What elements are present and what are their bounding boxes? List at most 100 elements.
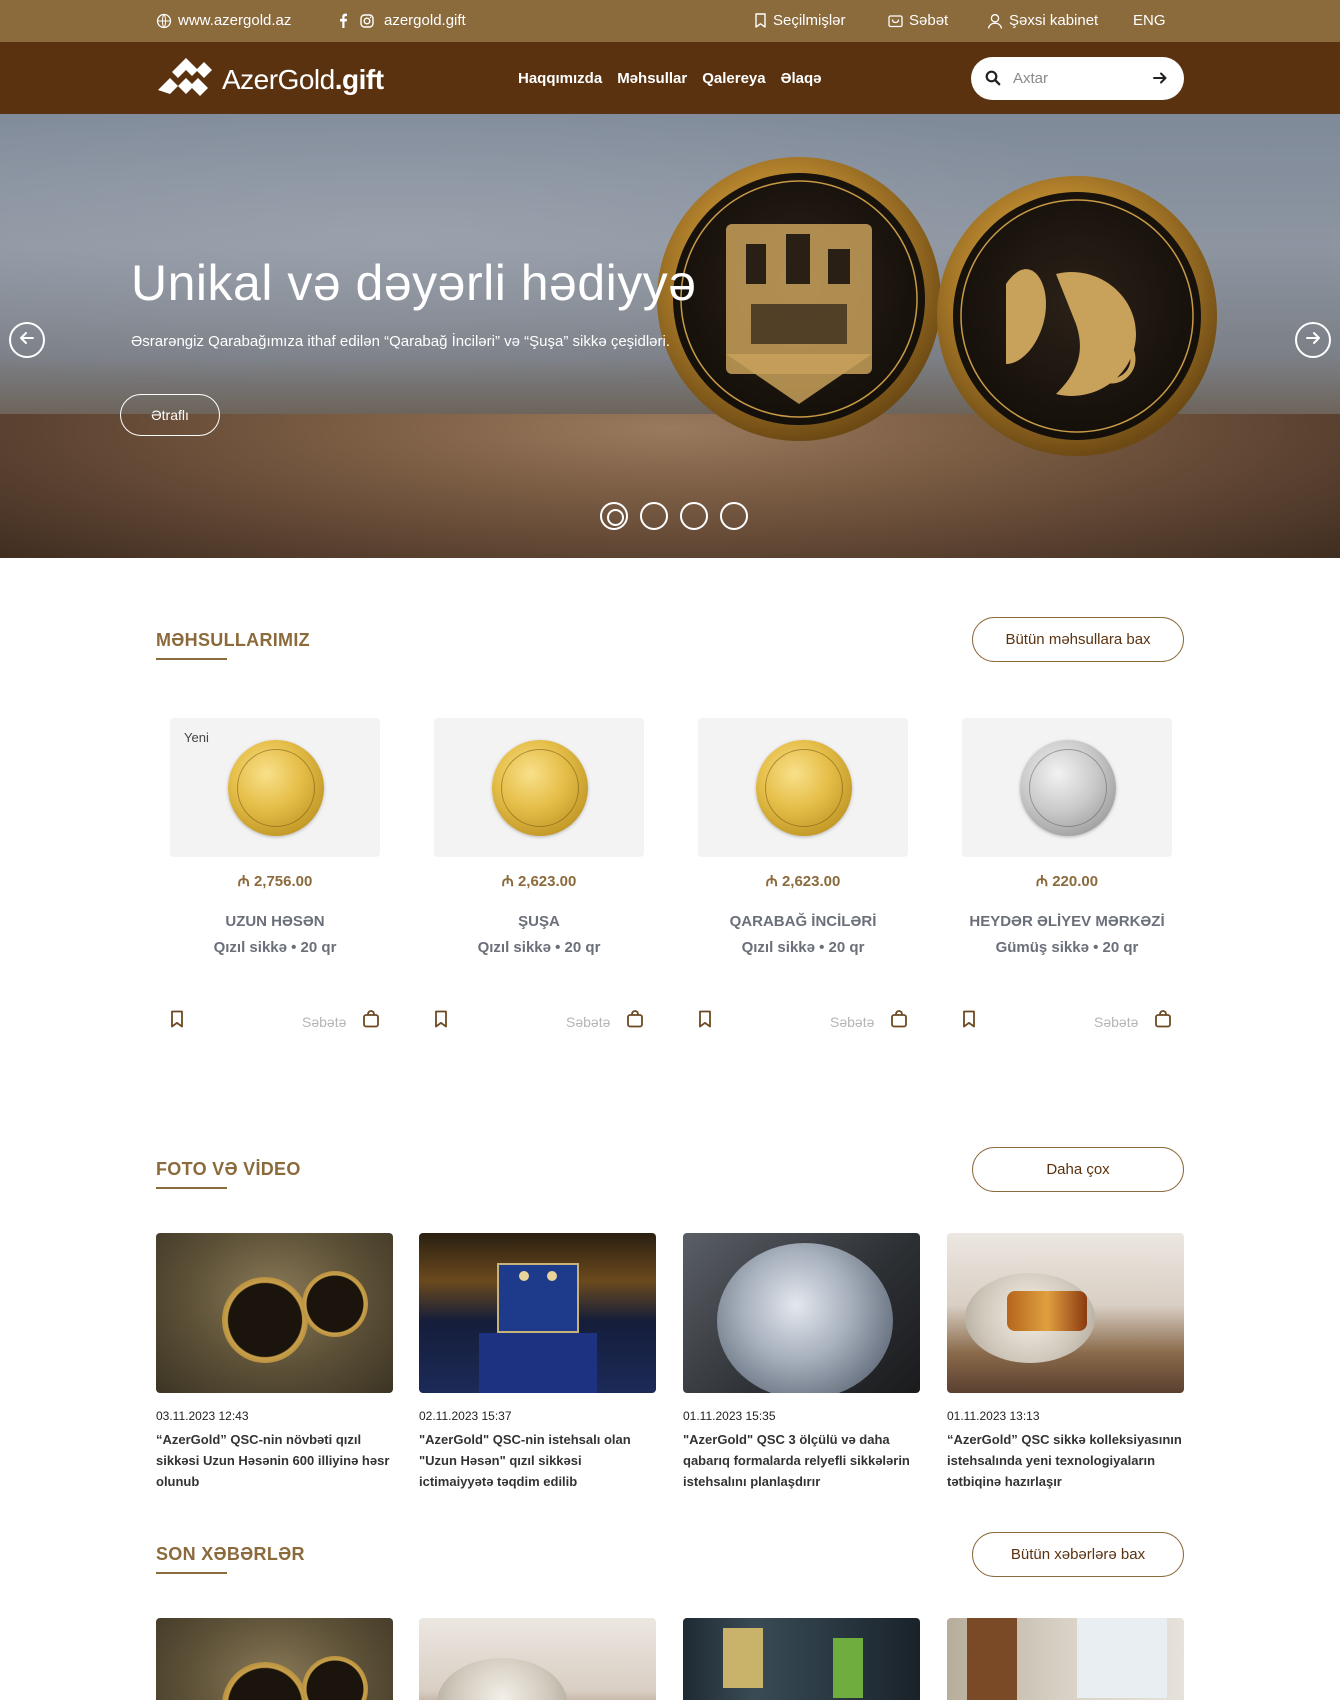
search-icon	[985, 70, 1001, 91]
news-thumbnail[interactable]	[156, 1618, 393, 1700]
hero-next-button[interactable]	[1295, 322, 1331, 358]
media-title[interactable]: “AzerGold” QSC-nin növbəti qızıl sikkəsi…	[156, 1429, 393, 1492]
website-link[interactable]: www.azergold.az	[156, 12, 291, 29]
media-title[interactable]: "AzerGold" QSC-nin istehsalı olan "Uzun …	[419, 1429, 656, 1492]
media-thumbnail[interactable]	[156, 1233, 393, 1393]
shopping-bag-icon[interactable]	[1154, 1010, 1172, 1033]
hero-slider: Unikal və dəyərli hədiyyə Əsrarəngiz Qar…	[0, 114, 1340, 558]
logo-text: AzerGold.gift	[222, 64, 384, 96]
shopping-bag-icon[interactable]	[362, 1010, 380, 1033]
main-navbar: AzerGold.gift Haqqımızda Məhsullar Qaler…	[0, 42, 1340, 114]
cart-link[interactable]: Səbət	[888, 12, 948, 29]
product-card[interactable]: ₼ 220.00 HEYDƏR ƏLİYEV MƏRKƏZİ Gümüş sik…	[962, 718, 1172, 1030]
social-handle-label[interactable]: azergold.gift	[384, 12, 466, 29]
bookmark-icon[interactable]	[434, 1010, 448, 1033]
cart-icon	[888, 14, 903, 28]
product-desc: Qızıl sikkə • 20 qr	[741, 939, 865, 956]
hero-prev-button[interactable]	[9, 322, 45, 358]
news-thumbnail[interactable]	[683, 1618, 920, 1700]
hero-pagination	[600, 502, 748, 530]
account-link[interactable]: Şəxsi kabinet	[987, 12, 1098, 29]
add-to-cart-label[interactable]: Səbətə	[302, 1014, 346, 1030]
silver-coin-image	[1020, 740, 1116, 836]
product-name[interactable]: UZUN HƏSƏN	[170, 913, 380, 930]
product-card[interactable]: ₼ 2,623.00 QARABAĞ İNCİLƏRİ Qızıl sikkə …	[698, 718, 908, 1030]
product-desc: Gümüş sikkə • 20 qr	[995, 939, 1139, 956]
favorites-link[interactable]: Seçilmişlər	[754, 12, 846, 29]
news-card[interactable]	[947, 1618, 1184, 1700]
bookmark-icon[interactable]	[962, 1010, 976, 1033]
product-name[interactable]: HEYDƏR ƏLİYEV MƏRKƏZİ	[962, 913, 1172, 930]
all-products-button[interactable]: Bütün məhsullara bax	[972, 617, 1184, 662]
new-badge: Yeni	[184, 730, 209, 745]
hero-dot-3[interactable]	[680, 502, 708, 530]
product-card[interactable]: Yeni ₼ 2,756.00 UZUN HƏSƏN Qızıl sikkə •…	[170, 718, 380, 1030]
bookmark-icon[interactable]	[698, 1010, 712, 1033]
media-date: 01.11.2023 15:35	[683, 1409, 776, 1423]
news-title-underline	[156, 1572, 227, 1574]
gold-coin-image	[492, 740, 588, 836]
menu-item-products[interactable]: Məhsullar	[617, 70, 687, 87]
menu-item-about[interactable]: Haqqımızda	[518, 70, 602, 87]
product-image[interactable]	[698, 718, 908, 857]
search-submit-arrow-icon[interactable]	[1152, 70, 1168, 91]
bookmark-icon	[754, 13, 767, 28]
add-to-cart-label[interactable]: Səbətə	[830, 1014, 874, 1030]
media-date: 01.11.2023 13:13	[947, 1409, 1040, 1423]
news-thumbnail[interactable]	[947, 1618, 1184, 1700]
news-card[interactable]	[683, 1618, 920, 1700]
media-title[interactable]: "AzerGold" QSC 3 ölçülü və daha qabarıq …	[683, 1429, 920, 1492]
products-section-title: MƏHSULLARIMIZ	[156, 630, 310, 650]
media-date: 03.11.2023 12:43	[156, 1409, 249, 1423]
product-name[interactable]: QARABAĞ İNCİLƏRİ	[698, 913, 908, 930]
products-title-underline	[156, 658, 227, 660]
media-card[interactable]: 03.11.2023 12:43 “AzerGold” QSC-nin növb…	[156, 1233, 393, 1492]
globe-icon	[156, 13, 172, 29]
hero-more-button[interactable]: Ətraflı	[120, 394, 220, 436]
product-price: ₼ 220.00	[1035, 873, 1099, 890]
social-links: azergold.gift	[338, 12, 466, 29]
media-card[interactable]: 01.11.2023 13:13 “AzerGold” QSC sikkə ko…	[947, 1233, 1184, 1492]
media-card[interactable]: 02.11.2023 15:37 "AzerGold" QSC-nin iste…	[419, 1233, 656, 1492]
product-image[interactable]	[434, 718, 644, 857]
arrow-right-icon	[1304, 329, 1322, 352]
language-switch[interactable]: ENG	[1133, 12, 1166, 29]
logo-suffix-text: .gift	[334, 63, 384, 95]
hero-dot-2[interactable]	[640, 502, 668, 530]
logo-mark-icon	[156, 56, 214, 103]
menu-item-contact[interactable]: Əlaqə	[781, 70, 822, 87]
media-card[interactable]: 01.11.2023 15:35 "AzerGold" QSC 3 ölçülü…	[683, 1233, 920, 1492]
gold-coin-image	[228, 740, 324, 836]
media-thumbnail[interactable]	[947, 1233, 1184, 1393]
arrow-left-icon	[18, 329, 36, 352]
all-news-button[interactable]: Bütün xəbərlərə bax	[972, 1532, 1184, 1577]
search-box	[971, 57, 1184, 100]
shopping-bag-icon[interactable]	[626, 1010, 644, 1033]
news-thumbnail[interactable]	[419, 1618, 656, 1700]
product-card[interactable]: ₼ 2,623.00 ŞUŞA Qızıl sikkə • 20 qr Səbə…	[434, 718, 644, 1030]
instagram-icon[interactable]	[360, 13, 374, 28]
shopping-bag-icon[interactable]	[890, 1010, 908, 1033]
bookmark-icon[interactable]	[170, 1010, 184, 1033]
add-to-cart-label[interactable]: Səbətə	[566, 1014, 610, 1030]
more-media-button[interactable]: Daha çox	[972, 1147, 1184, 1192]
product-actions: Səbətə	[962, 1010, 1172, 1032]
product-actions: Səbətə	[434, 1010, 644, 1032]
menu-item-gallery[interactable]: Qalereya	[702, 70, 765, 87]
media-thumbnail[interactable]	[419, 1233, 656, 1393]
site-logo[interactable]: AzerGold.gift	[156, 56, 384, 103]
product-image[interactable]: Yeni	[170, 718, 380, 857]
news-card[interactable]	[156, 1618, 393, 1700]
product-image[interactable]	[962, 718, 1172, 857]
facebook-icon[interactable]	[338, 13, 348, 28]
logo-main-text: AzerGold	[222, 63, 335, 95]
media-title[interactable]: “AzerGold” QSC sikkə kolleksiyasının ist…	[947, 1429, 1184, 1492]
add-to-cart-label[interactable]: Səbətə	[1094, 1014, 1138, 1030]
product-name[interactable]: ŞUŞA	[434, 913, 644, 930]
main-menu: Haqqımızda Məhsullar Qalereya Əlaqə	[518, 70, 822, 87]
media-thumbnail[interactable]	[683, 1233, 920, 1393]
hero-dot-4[interactable]	[720, 502, 748, 530]
news-card[interactable]	[419, 1618, 656, 1700]
search-input[interactable]	[1013, 67, 1143, 89]
hero-dot-1[interactable]	[600, 502, 628, 530]
